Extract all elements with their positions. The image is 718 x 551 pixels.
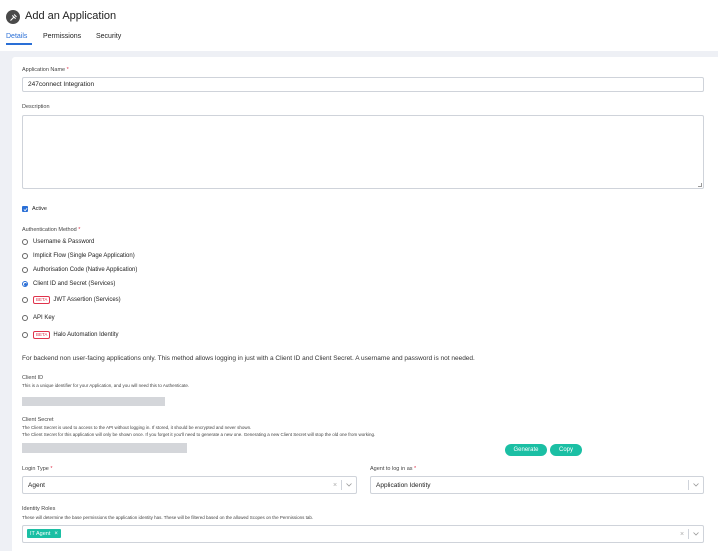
chevron-down-icon[interactable]	[342, 483, 356, 487]
radio-icon[interactable]	[22, 332, 28, 338]
radio-icon[interactable]	[22, 239, 28, 245]
beta-badge: BETA	[33, 331, 51, 339]
login-type-label: Login Type *	[22, 466, 53, 472]
identity-role-chip: IT Agent ×	[27, 529, 61, 538]
auth-option-username-password[interactable]: Username & Password	[22, 238, 94, 246]
tab-details[interactable]: Details	[6, 33, 27, 40]
tab-permissions[interactable]: Permissions	[43, 33, 81, 40]
identity-roles-label: Identity Roles	[22, 506, 56, 512]
auth-method-note: For backend non user-facing applications…	[22, 355, 475, 362]
identity-roles-help: These will determine the base permission…	[22, 515, 314, 520]
application-icon	[6, 10, 20, 24]
client-id-help: This is a unique identifier for your App…	[22, 383, 190, 388]
auth-option-api-key[interactable]: API Key	[22, 314, 55, 322]
auth-option-label: Authorisation Code (Native Application)	[33, 267, 138, 273]
auth-option-label: Halo Automation Identity	[53, 332, 119, 338]
chevron-down-icon[interactable]	[689, 483, 703, 487]
auth-option-label: JWT Assertion (Services)	[53, 297, 121, 303]
auth-option-jwt-assertion[interactable]: BETA JWT Assertion (Services)	[22, 296, 121, 304]
auth-option-client-id-secret[interactable]: Client ID and Secret (Services)	[22, 280, 115, 288]
identity-role-chip-label: IT Agent	[30, 530, 51, 537]
radio-icon[interactable]	[22, 253, 28, 259]
client-secret-label: Client Secret	[22, 417, 54, 423]
active-tab-indicator	[6, 43, 32, 45]
agent-login-select[interactable]: Application Identity	[370, 476, 704, 494]
beta-badge: BETA	[33, 296, 51, 304]
app-name-input[interactable]: 247connect Integration	[22, 77, 704, 92]
auth-option-implicit-flow[interactable]: Implicit Flow (Single Page Application)	[22, 252, 135, 260]
auth-option-label: Implicit Flow (Single Page Application)	[33, 253, 135, 259]
radio-selected-icon[interactable]	[22, 281, 28, 287]
resize-handle-icon[interactable]	[698, 183, 702, 187]
identity-roles-select[interactable]: ×	[22, 525, 704, 543]
description-label: Description	[22, 104, 50, 110]
copy-button[interactable]: Copy	[550, 444, 582, 456]
page-title: Add an Application	[25, 10, 117, 22]
tab-security[interactable]: Security	[96, 33, 121, 40]
auth-option-authorisation-code[interactable]: Authorisation Code (Native Application)	[22, 266, 137, 274]
active-checkbox[interactable]	[22, 206, 28, 212]
active-label: Active	[32, 206, 47, 212]
login-type-value: Agent	[28, 481, 45, 489]
auth-option-label: API Key	[33, 315, 55, 321]
auth-option-label: Client ID and Secret (Services)	[33, 281, 116, 287]
auth-option-halo-automation-identity[interactable]: BETA Halo Automation Identity	[22, 331, 118, 339]
page-header: Add an Application Details Permissions S…	[0, 0, 718, 51]
radio-icon[interactable]	[22, 315, 28, 321]
agent-login-label: Agent to log in as *	[370, 466, 417, 472]
description-textarea[interactable]	[22, 115, 704, 189]
login-type-select[interactable]: Agent ×	[22, 476, 357, 494]
remove-chip-icon[interactable]: ×	[54, 531, 58, 537]
radio-icon[interactable]	[22, 267, 28, 273]
agent-login-value: Application Identity	[376, 481, 431, 489]
clear-icon[interactable]: ×	[329, 482, 341, 489]
client-secret-help-2: The Client Secret for this application w…	[22, 432, 376, 437]
client-id-label: Client ID	[22, 375, 44, 381]
client-secret-value-redacted	[22, 443, 187, 453]
client-id-value-redacted	[22, 397, 165, 406]
app-name-label: Application Name *	[22, 67, 69, 73]
generate-button[interactable]: Generate	[505, 444, 547, 456]
clear-icon[interactable]: ×	[676, 531, 688, 538]
client-secret-help-1: The Client Secret is used to access to t…	[22, 425, 252, 430]
auth-method-label: Authentication Method *	[22, 227, 81, 233]
auth-option-label: Username & Password	[33, 239, 95, 245]
radio-icon[interactable]	[22, 297, 28, 303]
chevron-down-icon[interactable]	[689, 532, 703, 536]
